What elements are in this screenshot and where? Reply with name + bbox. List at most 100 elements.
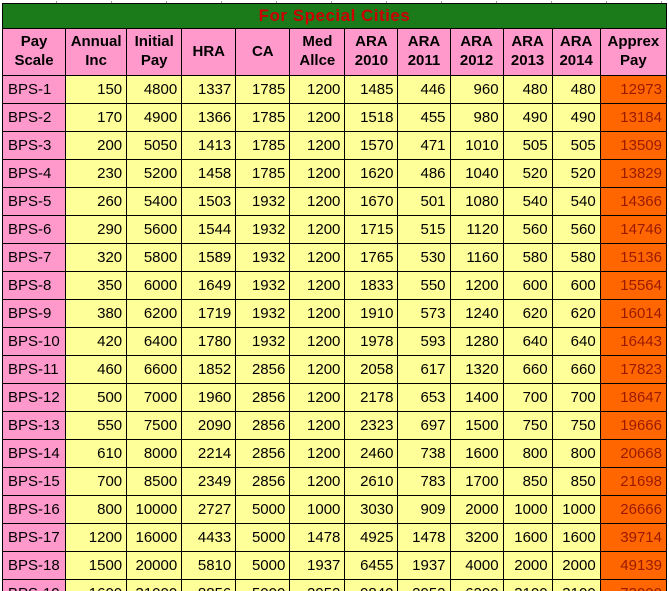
value-cell: 1400 xyxy=(449,383,504,412)
value-cell: 1160 xyxy=(449,243,504,272)
pay-scale-label: BPS-19 xyxy=(1,579,67,591)
value-cell: 200 xyxy=(65,131,128,160)
value-cell: 540 xyxy=(551,187,601,216)
pay-scale-label: BPS-8 xyxy=(1,271,67,300)
value-cell: 960 xyxy=(449,75,504,104)
column-header-hra: HRA xyxy=(181,28,237,76)
value-cell: 1910 xyxy=(344,299,399,328)
value-cell: 4000 xyxy=(449,551,504,580)
table-row: BPS-18 1500 20000 5810 5000 1937 6455 1937 4000 2… xyxy=(1,551,668,580)
value-cell: 230 xyxy=(65,159,128,188)
value-cell: 4800 xyxy=(126,75,183,104)
value-cell: 1600 xyxy=(502,523,553,552)
column-header-ara-2013: ARA 2013 xyxy=(502,28,553,76)
value-cell: 350 xyxy=(65,271,128,300)
value-cell: 610 xyxy=(65,439,128,468)
value-cell: 1200 xyxy=(289,159,346,188)
value-cell: 505 xyxy=(551,131,601,160)
value-cell: 5050 xyxy=(126,131,183,160)
value-cell: 31000 xyxy=(126,579,183,591)
column-header-ara-2010: ARA 2010 xyxy=(344,28,399,76)
value-cell: 750 xyxy=(551,411,601,440)
value-cell: 150 xyxy=(65,75,128,104)
apprex-pay-cell: 49139 xyxy=(599,551,668,580)
table-row: BPS-7 320 5800 1589 1932 1200 1765 530 1160 580 58… xyxy=(1,243,668,272)
value-cell: 1200 xyxy=(289,355,346,384)
value-cell: 490 xyxy=(502,103,553,132)
pay-scale-label: BPS-2 xyxy=(1,103,67,132)
apprex-pay-cell: 13509 xyxy=(599,131,668,160)
pay-scale-label: BPS-11 xyxy=(1,355,67,384)
column-header-row: Pay Scale Annual Inc Initial Pay HRA CA Med A… xyxy=(1,28,668,76)
value-cell: 1200 xyxy=(289,439,346,468)
value-cell: 486 xyxy=(397,159,451,188)
value-cell: 1518 xyxy=(344,103,399,132)
value-cell: 2000 xyxy=(551,551,601,580)
value-cell: 620 xyxy=(502,299,553,328)
value-cell: 446 xyxy=(397,75,451,104)
pay-scale-label: BPS-3 xyxy=(1,131,67,160)
value-cell: 5400 xyxy=(126,187,183,216)
apprex-pay-cell: 15564 xyxy=(599,271,668,300)
value-cell: 1937 xyxy=(397,551,451,580)
column-header-med-allce: Med Allce xyxy=(289,28,346,76)
value-cell: 1200 xyxy=(65,523,128,552)
value-cell: 560 xyxy=(551,215,601,244)
value-cell: 2323 xyxy=(344,411,399,440)
column-header-pay-scale: Pay Scale xyxy=(1,28,67,76)
value-cell: 6000 xyxy=(126,271,183,300)
value-cell: 1200 xyxy=(289,75,346,104)
value-cell: 800 xyxy=(551,439,601,468)
pay-scale-label: BPS-10 xyxy=(1,327,67,356)
value-cell: 1000 xyxy=(551,495,601,524)
value-cell: 1200 xyxy=(289,187,346,216)
value-cell: 7000 xyxy=(126,383,183,412)
column-header-ara-2012: ARA 2012 xyxy=(449,28,504,76)
value-cell: 520 xyxy=(502,159,553,188)
value-cell: 3100 xyxy=(502,579,553,591)
column-header-initial-pay: Initial Pay xyxy=(126,28,183,76)
value-cell: 20000 xyxy=(126,551,183,580)
value-cell: 1337 xyxy=(181,75,237,104)
table-row: BPS-16 800 10000 2727 5000 1000 3030 909 2000 100… xyxy=(1,495,668,524)
table-row: BPS-11 460 6600 1852 2856 1200 2058 617 1320 660 6… xyxy=(1,355,668,384)
value-cell: 580 xyxy=(502,243,553,272)
table-row: BPS-6 290 5600 1544 1932 1200 1715 515 1120 560 56… xyxy=(1,215,668,244)
value-cell: 520 xyxy=(551,159,601,188)
value-cell: 1478 xyxy=(397,523,451,552)
pay-scale-label: BPS-6 xyxy=(1,215,67,244)
value-cell: 5000 xyxy=(235,523,291,552)
value-cell: 1000 xyxy=(502,495,553,524)
pay-scale-label: BPS-12 xyxy=(1,383,67,412)
value-cell: 490 xyxy=(551,103,601,132)
value-cell: 1544 xyxy=(181,215,237,244)
table-row: BPS-9 380 6200 1719 1932 1200 1910 573 1240 620 62… xyxy=(1,299,668,328)
value-cell: 6600 xyxy=(126,355,183,384)
value-cell: 1765 xyxy=(344,243,399,272)
value-cell: 2214 xyxy=(181,439,237,468)
title-row: For Special Cities xyxy=(2,3,667,29)
value-cell: 550 xyxy=(65,411,128,440)
value-cell: 620 xyxy=(551,299,601,328)
value-cell: 1785 xyxy=(235,103,291,132)
value-cell: 3100 xyxy=(551,579,601,591)
value-cell: 1589 xyxy=(181,243,237,272)
value-cell: 1719 xyxy=(181,299,237,328)
pay-scale-label: BPS-16 xyxy=(1,495,67,524)
value-cell: 5600 xyxy=(126,215,183,244)
pay-scale-label: BPS-1 xyxy=(1,75,67,104)
apprex-pay-cell: 12973 xyxy=(599,75,668,104)
value-cell: 5810 xyxy=(181,551,237,580)
value-cell: 1937 xyxy=(289,551,346,580)
value-cell: 1932 xyxy=(235,187,291,216)
pay-scale-label: BPS-15 xyxy=(1,467,67,496)
value-cell: 1366 xyxy=(181,103,237,132)
value-cell: 1932 xyxy=(235,243,291,272)
value-cell: 1500 xyxy=(65,551,128,580)
value-cell: 1600 xyxy=(551,523,601,552)
column-header-annual-inc: Annual Inc xyxy=(65,28,128,76)
value-cell: 1780 xyxy=(181,327,237,356)
value-cell: 700 xyxy=(65,467,128,496)
table-row: BPS-2 170 4900 1366 1785 1200 1518 455 980 490 490… xyxy=(1,103,668,132)
pay-scale-label: BPS-18 xyxy=(1,551,67,580)
